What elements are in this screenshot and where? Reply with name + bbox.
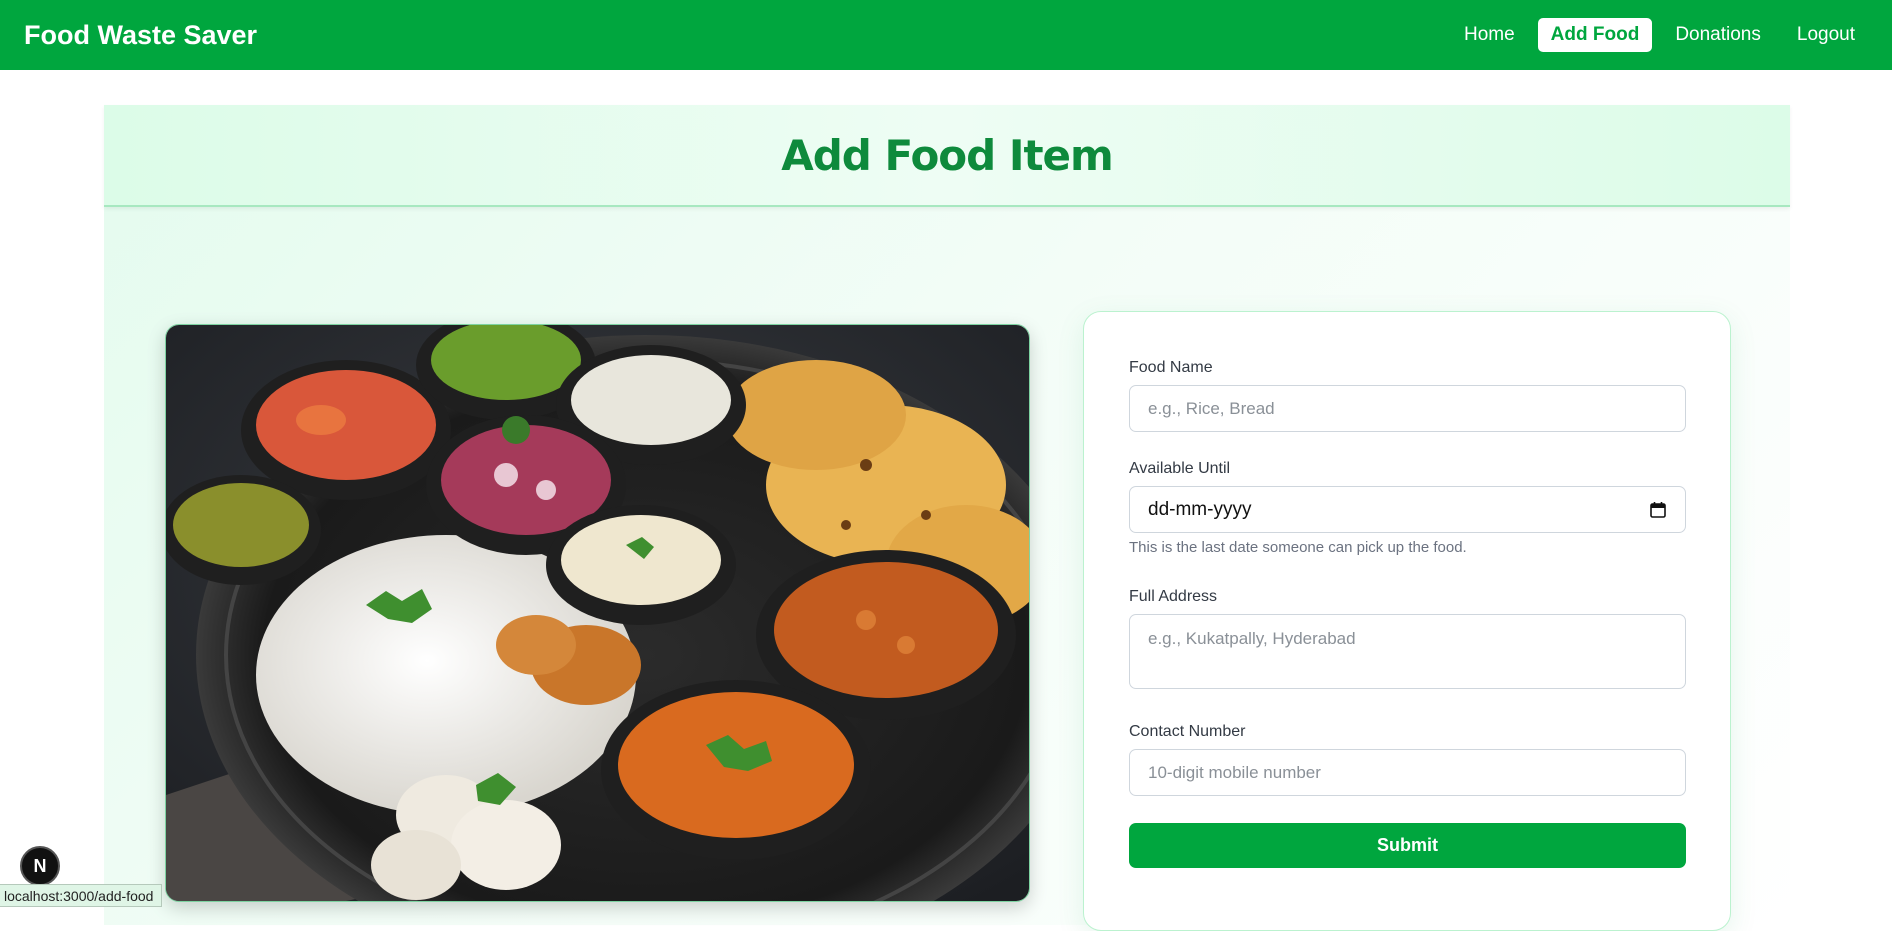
full-address-label: Full Address (1129, 588, 1218, 605)
title-bar: Add Food Item (104, 105, 1790, 207)
contact-number-label: Contact Number (1129, 723, 1246, 740)
thali-illustration (166, 325, 1029, 901)
food-name-label: Food Name (1129, 359, 1213, 376)
submit-button[interactable]: Submit (1129, 823, 1686, 868)
add-food-form: Food Name e.g., Rice, Bread Available Un… (1083, 311, 1731, 931)
nextjs-dev-badge[interactable]: N (20, 846, 60, 886)
calendar-icon[interactable] (1649, 501, 1667, 519)
date-value: dd-mm-yyyy (1148, 498, 1252, 520)
nav-home[interactable]: Home (1451, 18, 1528, 52)
nav-add-food[interactable]: Add Food (1537, 18, 1653, 52)
available-until-date-input[interactable]: dd-mm-yyyy (1129, 486, 1686, 533)
food-name-input[interactable]: e.g., Rice, Bread (1129, 385, 1686, 432)
brand-logo[interactable]: Food Waste Saver (24, 20, 257, 51)
page-title: Add Food Item (781, 130, 1114, 180)
food-image (165, 324, 1030, 902)
nav-links: Home Add Food Donations Logout (1451, 18, 1868, 52)
navbar: Food Waste Saver Home Add Food Donations… (0, 0, 1892, 70)
status-bar-url: localhost:3000/add-food (0, 884, 163, 907)
full-address-textarea[interactable]: e.g., Kukatpally, Hyderabad (1129, 614, 1686, 689)
available-until-label: Available Until (1129, 460, 1231, 477)
date-hint: This is the last date someone can pick u… (1129, 539, 1467, 556)
nav-logout[interactable]: Logout (1784, 18, 1868, 52)
contact-number-input[interactable]: 10-digit mobile number (1129, 749, 1686, 796)
nav-donations[interactable]: Donations (1662, 18, 1774, 52)
